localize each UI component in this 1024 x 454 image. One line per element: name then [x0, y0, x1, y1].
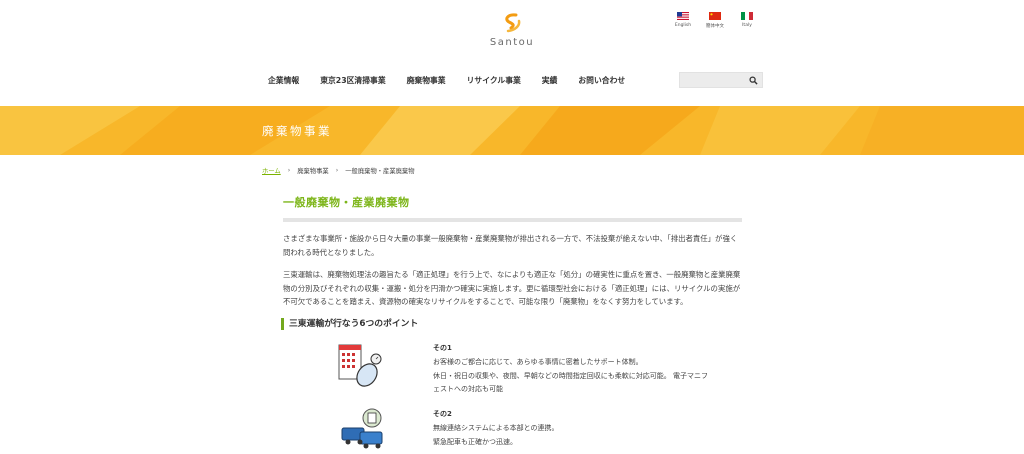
santou-logo-icon: [505, 13, 521, 33]
lang-label: English: [674, 23, 692, 28]
search-icon[interactable]: [749, 76, 758, 85]
logo-text: Santou: [489, 37, 535, 48]
banner-pattern: [0, 106, 1024, 155]
point-line: 休日・祝日の収集や、夜間、早朝などの時間指定回収にも柔軟に対応可能。 電子マニフ: [433, 371, 709, 380]
lang-italy[interactable]: Italy: [735, 12, 759, 29]
italy-flag-icon: [741, 12, 753, 20]
point-line: お客様のご都合に応じて、あらゆる事情に密着したサポート体制。: [433, 357, 643, 366]
point-line: 緊急配車も正確かつ迅速。: [433, 437, 517, 446]
nav-item-waste[interactable]: 廃棄物事業: [407, 75, 446, 86]
point-item: その2 無線連絡システムによる本部との連携。 緊急配車も正確かつ迅速。: [433, 408, 753, 449]
lang-label: Italy: [742, 23, 752, 28]
site-logo[interactable]: Santou: [487, 13, 537, 63]
policy-paragraph: 三東運輸は、廃棄物処理法の趣旨たる「適正処理」を行う上で、なによりも適正な「処分…: [283, 270, 741, 306]
search-input[interactable]: [680, 79, 754, 94]
site-header: Santou English 簡体中文 Italy 企業情報 東京23区清掃事業…: [0, 0, 1024, 106]
main-content: 一般廃棄物・産業廃棄物 さまざまな事業所・施設から日々大量の事業一般廃棄物・産業…: [281, 194, 742, 446]
breadcrumb: ホーム › 廃棄物事業 › 一般廃棄物・産業廃棄物: [262, 166, 415, 175]
intro-paragraph: さまざまな事業所・施設から日々大量の事業一般廃棄物・産業廃棄物が排出される一方で…: [283, 234, 738, 257]
point-title: その1: [433, 344, 452, 352]
point-title: その2: [433, 410, 452, 418]
nav-item-recycling[interactable]: リサイクル事業: [467, 75, 521, 86]
calendar-clock-illustration: [338, 344, 382, 387]
breadcrumb-current: 一般廃棄物・産業廃棄物: [345, 168, 415, 175]
breadcrumb-parent[interactable]: 廃棄物事業: [297, 166, 328, 175]
nav-item-company[interactable]: 企業情報: [268, 75, 299, 86]
search-box: [679, 72, 763, 94]
language-switcher: English 簡体中文 Italy: [671, 12, 759, 29]
main-nav: 企業情報 東京23区清掃事業 廃棄物事業 リサイクル事業 実績 お問い合わせ: [268, 75, 646, 86]
nav-item-tokyo-cleaning[interactable]: 東京23区清掃事業: [320, 75, 385, 86]
breadcrumb-home[interactable]: ホーム: [262, 166, 281, 175]
chevron-right-icon: ›: [335, 167, 339, 174]
point-line: ェストへの対応も可能: [433, 385, 503, 394]
point-line: 無線連絡システムによる本部との連携。: [433, 423, 559, 432]
page-banner: 廃棄物事業: [0, 106, 1024, 155]
page-title: 一般廃棄物・産業廃棄物: [283, 196, 410, 209]
truck-radio-illustration: [341, 408, 383, 449]
chevron-right-icon: ›: [287, 167, 291, 174]
title-underline: [283, 218, 742, 222]
us-flag-icon: [677, 12, 689, 20]
point-item: その1 お客様のご都合に応じて、あらゆる事情に密着したサポート体制。 休日・祝日…: [433, 342, 753, 397]
nav-item-contact[interactable]: お問い合わせ: [578, 75, 625, 86]
lang-label: 簡体中文: [706, 24, 724, 29]
lang-english[interactable]: English: [671, 12, 695, 29]
lang-chinese[interactable]: 簡体中文: [703, 12, 727, 29]
china-flag-icon: [709, 12, 721, 20]
nav-item-results[interactable]: 実績: [542, 75, 558, 86]
banner-title: 廃棄物事業: [262, 124, 332, 138]
points-heading: 三東運輸が行なう6つのポイント: [281, 318, 418, 330]
